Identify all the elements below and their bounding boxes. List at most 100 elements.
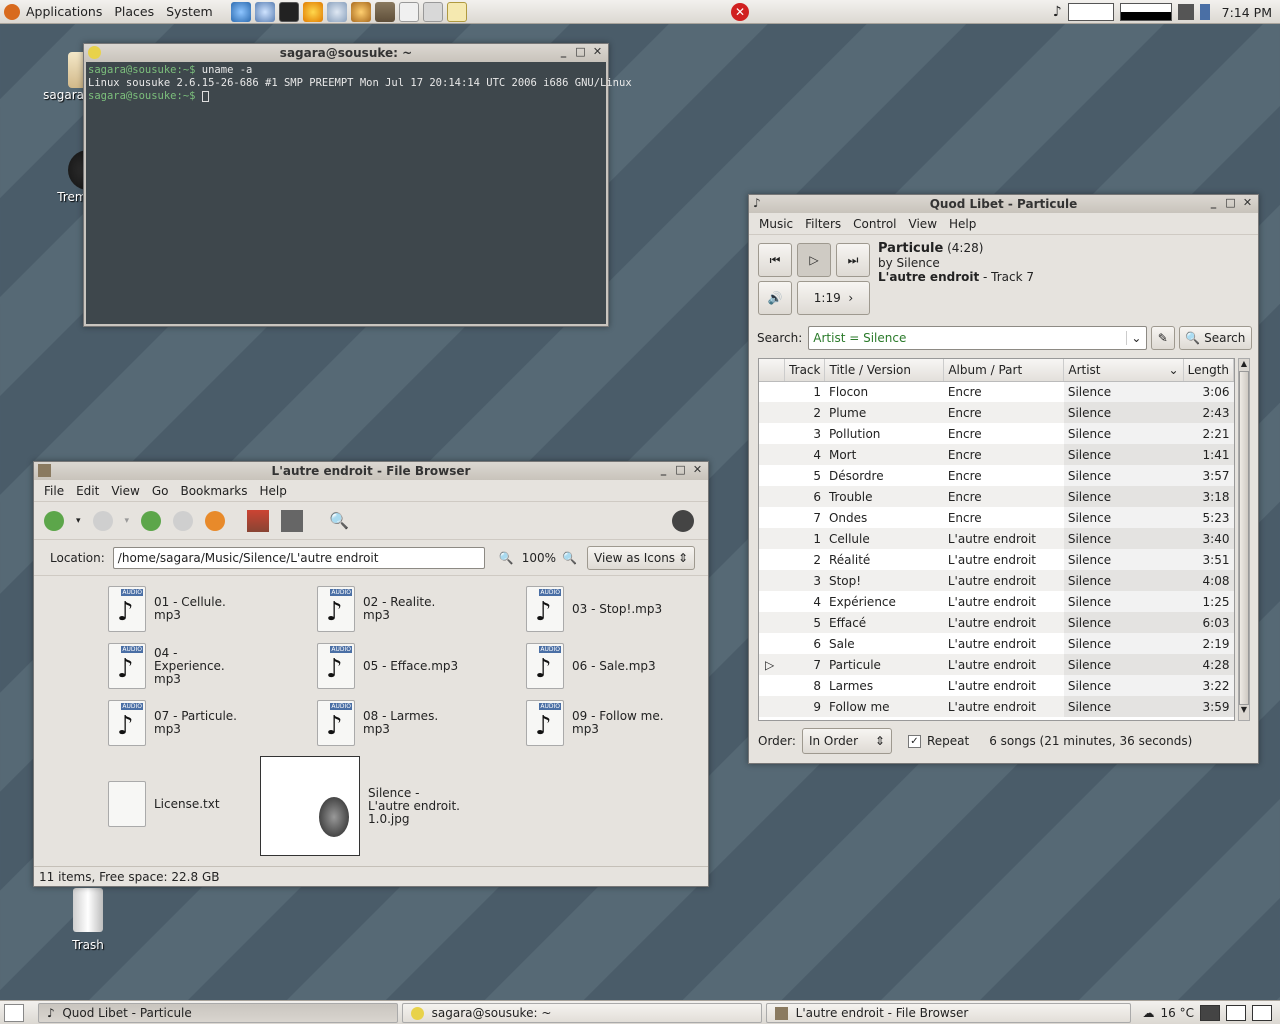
- terminal-titlebar[interactable]: sagara@sousuke: ~ _ □ ✕: [84, 44, 608, 62]
- file-item[interactable]: AUDIO ♪ 01 - Cellule. mp3: [108, 586, 308, 632]
- file-item[interactable]: AUDIO ♪ 08 - Larmes. mp3: [317, 700, 517, 746]
- song-row[interactable]: 9 Follow me L'autre endroit Silence 3:59: [759, 696, 1234, 717]
- music-note-icon[interactable]: ♪: [1053, 4, 1062, 20]
- menu-go[interactable]: Go: [146, 484, 175, 498]
- view-mode-select[interactable]: View as Icons ⇕: [587, 545, 696, 570]
- network-monitor[interactable]: [1119, 3, 1172, 21]
- back-icon[interactable]: [44, 510, 64, 531]
- file-manager-launcher-icon[interactable]: [374, 1, 395, 22]
- people-launcher-icon[interactable]: [350, 1, 371, 22]
- song-row[interactable]: 6 Trouble Encre Silence 3:18: [759, 486, 1234, 507]
- col-length[interactable]: Length: [1183, 359, 1234, 382]
- file-browser-titlebar[interactable]: L'autre endroit - File Browser _ □ ✕: [34, 462, 708, 480]
- user-launcher-icon[interactable]: [326, 1, 347, 22]
- song-row[interactable]: 2 Plume Encre Silence 2:43: [759, 402, 1234, 423]
- task-terminal[interactable]: sagara@sousuke: ~: [402, 1003, 762, 1023]
- web-browser-launcher-icon[interactable]: [230, 1, 251, 22]
- system-menu[interactable]: System: [160, 4, 219, 19]
- weather-icon[interactable]: ☁: [1143, 1006, 1155, 1020]
- terminal-window[interactable]: sagara@sousuke: ~ _ □ ✕ sagara@sousuke:~…: [83, 43, 632, 327]
- song-row[interactable]: 1 Cellule L'autre endroit Silence 3:40: [759, 528, 1234, 549]
- order-select[interactable]: In Order ⇕: [801, 728, 892, 754]
- cpu-monitor[interactable]: [1067, 3, 1114, 21]
- home-icon[interactable]: [247, 509, 270, 532]
- maximize-button[interactable]: □: [674, 463, 687, 476]
- col-status[interactable]: [759, 359, 786, 382]
- file-item[interactable]: Silence - L'autre endroit. 1.0.jpg: [260, 756, 460, 856]
- menu-help[interactable]: Help: [943, 217, 982, 231]
- menu-filters[interactable]: Filters: [799, 217, 847, 231]
- menu-help[interactable]: Help: [254, 484, 293, 498]
- quodlibet-window[interactable]: ♪ Quod Libet - Particule _ □ ✕ Music Fil…: [748, 194, 1259, 764]
- up-icon[interactable]: [141, 510, 162, 531]
- computer-icon[interactable]: [281, 509, 304, 532]
- clock[interactable]: 7:14 PM: [1222, 5, 1272, 20]
- text-editor-launcher-icon[interactable]: [446, 1, 467, 22]
- search-button[interactable]: 🔍 Search: [1178, 326, 1252, 350]
- clear-search-button[interactable]: ✎: [1150, 326, 1175, 350]
- menu-control[interactable]: Control: [847, 217, 902, 231]
- song-row[interactable]: ▷ 7 Particule L'autre endroit Silence 4:28: [759, 654, 1234, 675]
- song-row[interactable]: 2 Réalité L'autre endroit Silence 3:51: [759, 549, 1234, 570]
- file-item[interactable]: AUDIO ♪ 04 - Experience. mp3: [108, 643, 308, 689]
- file-icon-view[interactable]: AUDIO ♪ 01 - Cellule. mp3 AUDIO ♪ 02 - Realit…: [36, 578, 706, 864]
- col-artist[interactable]: Artist ⌄: [1063, 359, 1184, 382]
- col-album[interactable]: Album / Part: [943, 359, 1065, 382]
- minimize-button[interactable]: _: [1207, 196, 1220, 209]
- close-button[interactable]: ✕: [591, 45, 604, 58]
- task-quodlibet[interactable]: ♪ Quod Libet - Particule: [38, 1003, 398, 1023]
- next-button[interactable]: ⏭: [836, 243, 870, 277]
- workspace-1[interactable]: [1200, 1005, 1220, 1021]
- weather-temperature[interactable]: 16 °C: [1161, 1006, 1194, 1020]
- menu-edit[interactable]: Edit: [70, 484, 105, 498]
- minimize-button[interactable]: _: [557, 45, 570, 58]
- zoom-out-icon[interactable]: 🔍: [499, 551, 514, 565]
- menu-music[interactable]: Music: [753, 217, 799, 231]
- places-menu[interactable]: Places: [108, 4, 160, 19]
- menu-view[interactable]: View: [903, 217, 943, 231]
- song-row[interactable]: 1 Flocon Encre Silence 3:06: [759, 381, 1234, 402]
- col-title[interactable]: Title / Version: [824, 359, 945, 382]
- scroll-down-icon[interactable]: ▼: [1239, 705, 1249, 717]
- volume-button[interactable]: 🔊: [758, 281, 792, 315]
- close-button[interactable]: ✕: [1241, 196, 1254, 209]
- repeat-checkbox[interactable]: ✓: [907, 734, 921, 748]
- file-item[interactable]: AUDIO ♪ 03 - Stop!.mp3: [526, 586, 726, 632]
- song-row[interactable]: 4 Mort Encre Silence 1:41: [759, 444, 1234, 465]
- minimize-button[interactable]: _: [657, 463, 670, 476]
- menu-file[interactable]: File: [38, 484, 70, 498]
- music-launcher-icon[interactable]: [398, 1, 419, 22]
- scrollbar[interactable]: ▲ ▼: [1238, 358, 1250, 721]
- song-row[interactable]: 3 Stop! L'autre endroit Silence 4:08: [759, 570, 1234, 591]
- workspace-2[interactable]: [1226, 1005, 1246, 1021]
- repeat-label[interactable]: Repeat: [927, 734, 969, 748]
- song-list[interactable]: Track Title / Version Album / Part Artis…: [758, 358, 1235, 721]
- zoom-level[interactable]: 100%: [522, 551, 556, 565]
- burst-launcher-icon[interactable]: [302, 1, 323, 22]
- workspace-3[interactable]: [1252, 1005, 1272, 1021]
- stop-icon[interactable]: [173, 510, 194, 531]
- file-item[interactable]: AUDIO ♪ 07 - Particule. mp3: [108, 700, 308, 746]
- forward-history-icon[interactable]: ▾: [125, 516, 130, 526]
- song-row[interactable]: 7 Ondes Encre Silence 5:23: [759, 507, 1234, 528]
- menu-bookmarks[interactable]: Bookmarks: [174, 484, 253, 498]
- task-file-browser[interactable]: L'autre endroit - File Browser: [766, 1003, 1131, 1023]
- file-browser-window[interactable]: L'autre endroit - File Browser _ □ ✕ Fil…: [33, 461, 709, 887]
- menu-view[interactable]: View: [105, 484, 145, 498]
- song-row[interactable]: 3 Pollution Encre Silence 2:21: [759, 423, 1234, 444]
- zoom-in-icon[interactable]: 🔍: [562, 551, 577, 565]
- ubuntu-logo-icon[interactable]: [4, 3, 20, 20]
- play-button[interactable]: ▷: [797, 243, 831, 277]
- maximize-button[interactable]: □: [574, 45, 587, 58]
- location-input[interactable]: /home/sagara/Music/Silence/L'autre endro…: [112, 546, 485, 569]
- forward-icon[interactable]: [92, 510, 113, 531]
- search-input[interactable]: Artist = Silence ⌄: [808, 326, 1147, 350]
- show-desktop-icon[interactable]: [4, 1003, 24, 1022]
- song-row[interactable]: 4 Expérience L'autre endroit Silence 1:25: [759, 591, 1234, 612]
- file-item[interactable]: AUDIO ♪ 05 - Efface.mp3: [317, 643, 517, 689]
- song-row[interactable]: 8 Larmes L'autre endroit Silence 3:22: [759, 675, 1234, 696]
- quodlibet-titlebar[interactable]: ♪ Quod Libet - Particule _ □ ✕: [749, 195, 1258, 213]
- trash-icon[interactable]: Trash: [38, 888, 138, 952]
- file-item[interactable]: AUDIO ♪ 02 - Realite. mp3: [317, 586, 517, 632]
- song-row[interactable]: 5 Désordre Encre Silence 3:57: [759, 465, 1234, 486]
